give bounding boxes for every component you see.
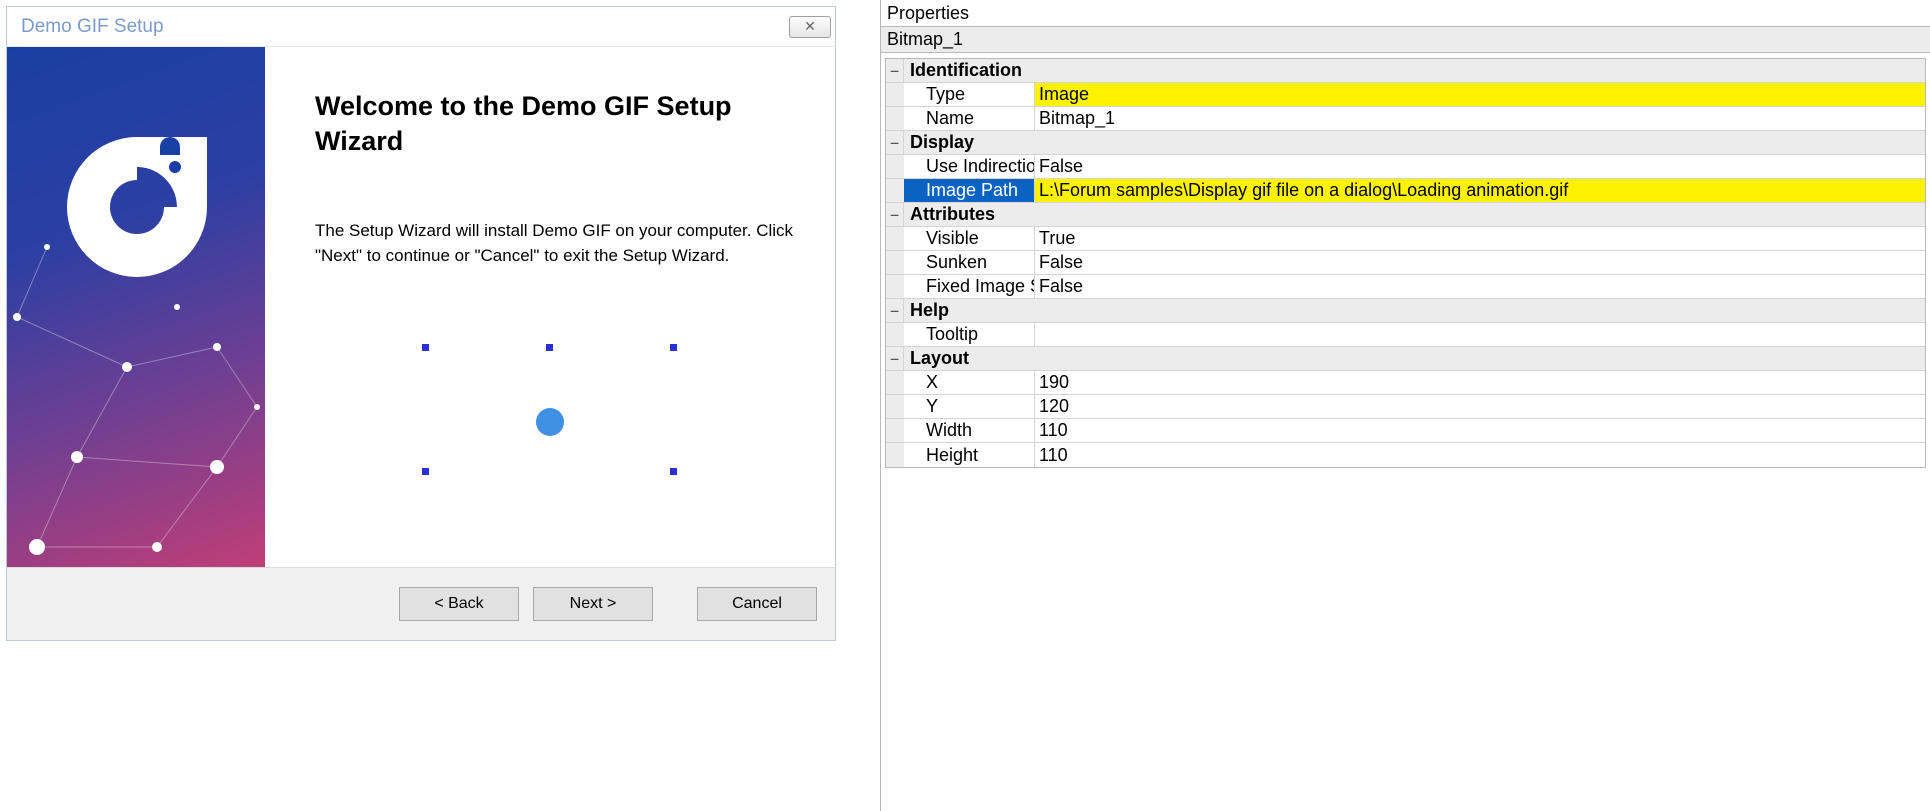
property-label: X [904, 371, 1034, 394]
window-title: Demo GIF Setup [21, 16, 789, 38]
collapse-icon[interactable]: − [886, 299, 904, 322]
image-selection-handles[interactable] [422, 344, 677, 599]
property-value[interactable]: 120 [1034, 395, 1925, 418]
property-row[interactable]: VisibleTrue [886, 227, 1925, 251]
property-row[interactable]: NameBitmap_1 [886, 107, 1925, 131]
property-label: Visible [904, 227, 1034, 250]
property-label: Type [904, 83, 1034, 106]
property-row[interactable]: SunkenFalse [886, 251, 1925, 275]
property-value[interactable]: False [1034, 275, 1925, 298]
property-row[interactable]: Fixed Image SizeFalse [886, 275, 1925, 299]
property-value[interactable]: 110 [1034, 443, 1925, 467]
back-button[interactable]: < Back [399, 587, 519, 621]
property-label: Tooltip [904, 323, 1034, 346]
loading-dot-icon [536, 408, 564, 436]
property-label: Width [904, 419, 1034, 442]
close-icon: ✕ [804, 18, 816, 35]
category-label: Layout [904, 347, 1925, 370]
banner-art [7, 47, 265, 567]
category-identification[interactable]: −Identification [886, 59, 1925, 83]
properties-object[interactable]: Bitmap_1 [881, 27, 1930, 53]
property-label: Image Path [904, 179, 1034, 202]
next-button[interactable]: Next > [533, 587, 653, 621]
property-value[interactable] [1034, 323, 1925, 346]
properties-title: Properties [881, 0, 1930, 27]
handle-ne[interactable] [670, 344, 677, 351]
property-row[interactable]: X190 [886, 371, 1925, 395]
properties-panel: Properties Bitmap_1 −IdentificationTypeI… [880, 0, 1930, 811]
property-row[interactable]: Y120 [886, 395, 1925, 419]
handle-e[interactable] [670, 468, 677, 475]
category-label: Attributes [904, 203, 1925, 226]
category-attributes[interactable]: −Attributes [886, 203, 1925, 227]
property-value[interactable]: L:\Forum samples\Display gif file on a d… [1034, 179, 1925, 202]
cancel-button[interactable]: Cancel [697, 587, 817, 621]
property-row[interactable]: Tooltip [886, 323, 1925, 347]
category-layout[interactable]: −Layout [886, 347, 1925, 371]
category-label: Display [904, 131, 1925, 154]
property-value[interactable]: False [1034, 251, 1925, 274]
collapse-icon[interactable]: − [886, 347, 904, 370]
property-row[interactable]: Width110 [886, 419, 1925, 443]
property-row[interactable]: Image PathL:\Forum samples\Display gif f… [886, 179, 1925, 203]
wizard-body: The Setup Wizard will install Demo GIF o… [315, 219, 805, 268]
properties-grid: −IdentificationTypeImageNameBitmap_1−Dis… [885, 58, 1926, 468]
handle-w[interactable] [422, 468, 429, 475]
titlebar: Demo GIF Setup ✕ [7, 7, 835, 47]
setup-dialog: Demo GIF Setup ✕ [6, 6, 836, 641]
property-value[interactable]: False [1034, 155, 1925, 178]
property-value[interactable]: 110 [1034, 419, 1925, 442]
property-label: Height [904, 443, 1034, 467]
property-label: Use Indirection [904, 155, 1034, 178]
wizard-button-bar: < Back Next > Cancel [7, 567, 835, 640]
wizard-heading: Welcome to the Demo GIF Setup Wizard [315, 89, 805, 159]
category-help[interactable]: −Help [886, 299, 1925, 323]
property-value[interactable]: Image [1034, 83, 1925, 106]
property-value[interactable]: 190 [1034, 371, 1925, 394]
category-label: Help [904, 299, 1925, 322]
collapse-icon[interactable]: − [886, 203, 904, 226]
category-label: Identification [904, 59, 1925, 82]
property-label: Name [904, 107, 1034, 130]
collapse-icon[interactable]: − [886, 59, 904, 82]
property-value[interactable]: Bitmap_1 [1034, 107, 1925, 130]
property-row[interactable]: Height110 [886, 443, 1925, 467]
close-button[interactable]: ✕ [789, 16, 831, 38]
property-label: Fixed Image Size [904, 275, 1034, 298]
property-label: Sunken [904, 251, 1034, 274]
collapse-icon[interactable]: − [886, 131, 904, 154]
handle-n[interactable] [546, 344, 553, 351]
property-label: Y [904, 395, 1034, 418]
category-display[interactable]: −Display [886, 131, 1925, 155]
property-value[interactable]: True [1034, 227, 1925, 250]
dialog-content: Welcome to the Demo GIF Setup Wizard The… [7, 47, 835, 567]
handle-nw[interactable] [422, 344, 429, 351]
property-row[interactable]: Use IndirectionFalse [886, 155, 1925, 179]
property-row[interactable]: TypeImage [886, 83, 1925, 107]
wizard-banner [7, 47, 265, 567]
